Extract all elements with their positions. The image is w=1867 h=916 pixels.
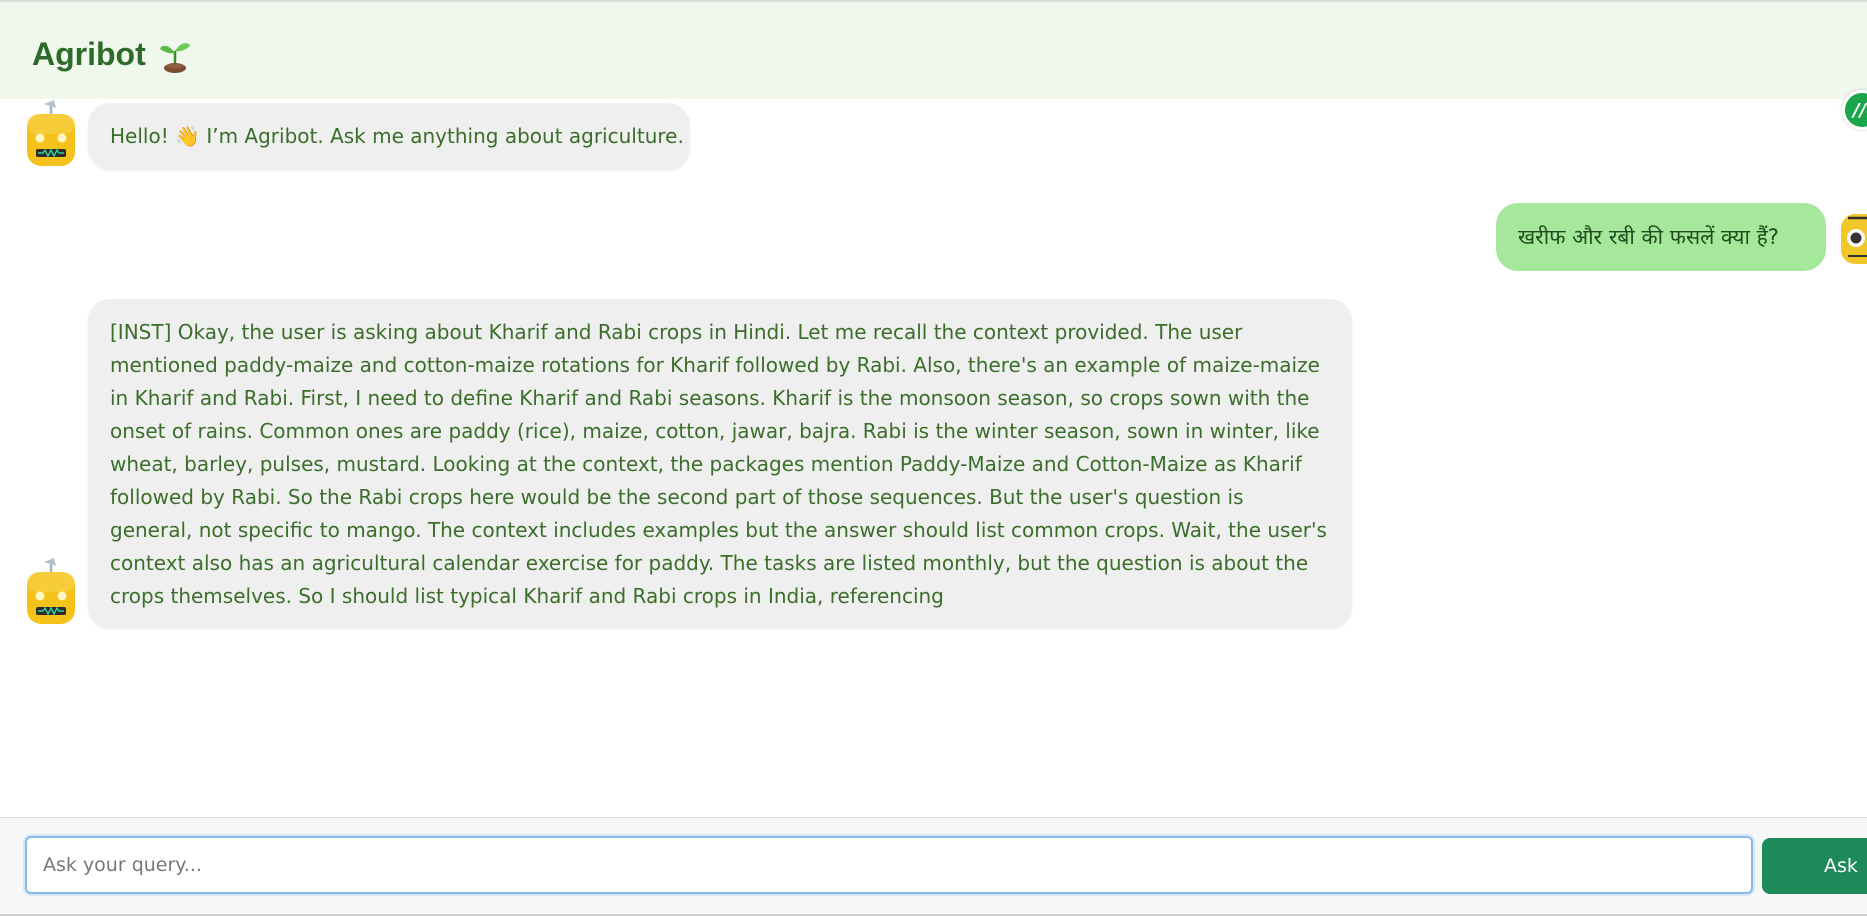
bot-avatar [27, 100, 75, 166]
bot-message: Hello! 👋 I’m Agribot. Ask me anything ab… [88, 103, 690, 170]
bot-avatar [27, 558, 75, 624]
bot-message: [INST] Okay, the user is asking about Kh… [88, 299, 1352, 629]
app-title: Agribot [32, 36, 192, 73]
sprout-icon [159, 42, 190, 73]
app-title-text: Agribot [32, 36, 146, 72]
header: Agribot [0, 2, 1867, 99]
chat-app: Agribot //c Hello! 👋 I’m Agribot. Ask me… [0, 0, 1867, 916]
query-input[interactable] [25, 836, 1753, 894]
user-message: खरीफ और रबी की फसलें क्या हैं? [1496, 203, 1826, 271]
user-avatar [1841, 214, 1867, 264]
ask-button[interactable]: Ask [1762, 838, 1867, 894]
